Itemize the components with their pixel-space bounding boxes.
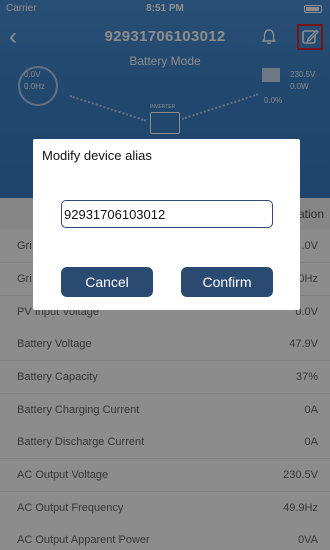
cancel-button[interactable]: Cancel <box>61 267 153 297</box>
alias-input[interactable] <box>61 200 273 228</box>
confirm-button[interactable]: Confirm <box>181 267 273 297</box>
modify-alias-dialog: Modify device alias Cancel Confirm <box>33 139 300 310</box>
dialog-title: Modify device alias <box>42 148 152 163</box>
